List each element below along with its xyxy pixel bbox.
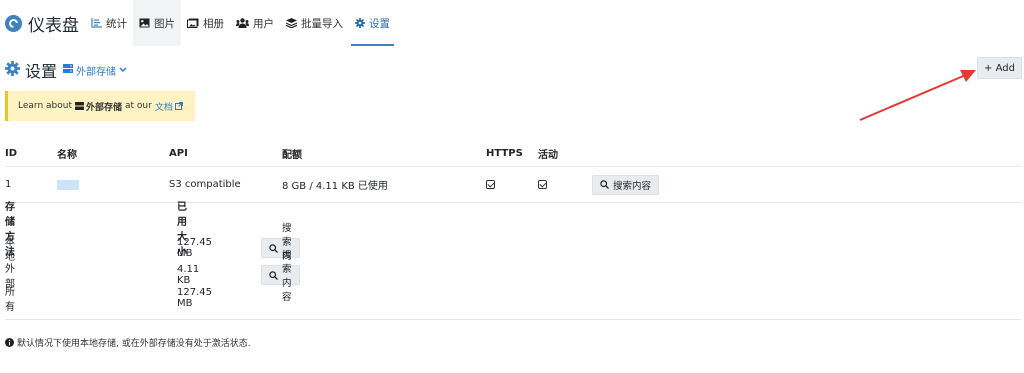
brand-title: 仪表盘: [28, 15, 79, 36]
button-label: 搜索内容: [613, 180, 652, 192]
nav-item-label: 设置: [369, 17, 390, 30]
dashboard-logo-icon: [5, 14, 22, 32]
main-nav: 统计 图片 相册 用户 批量导入 设置: [85, 0, 396, 46]
col-quota: 配额: [282, 149, 302, 161]
search-content-button[interactable]: 搜索内容: [261, 250, 300, 303]
used-size: 127.45 MB: [177, 237, 212, 259]
nav-item-batch-import[interactable]: 批量导入: [280, 0, 349, 46]
dropdown-label: 外部存储: [76, 66, 117, 78]
nav-item-settings[interactable]: 设置: [349, 0, 396, 46]
nav-item-images[interactable]: 图片: [133, 0, 181, 46]
storage-method: 所有: [5, 287, 15, 313]
storage-table: ID 名称 API 配额 HTTPS 活动 1 S3 compatible 8 …: [5, 140, 1021, 203]
chevron-down-icon: [119, 67, 127, 73]
footnote-text: 默认情况下使用本地存储, 或在外部存储没有处于激活状态.: [17, 339, 251, 349]
search-icon: [269, 243, 278, 253]
search-icon: [269, 270, 278, 280]
col-https: HTTPS: [486, 147, 523, 159]
nav-item-label: 图片: [154, 17, 175, 30]
storage-icon: [63, 64, 74, 76]
https-checkbox: [486, 167, 495, 202]
top-navbar: 仪表盘 统计 图片 相册 用户 批量导入 设置: [0, 0, 1024, 46]
docs-link-text: 文档: [154, 102, 173, 113]
users-icon: [236, 18, 249, 28]
nav-item-albums[interactable]: 相册: [181, 0, 230, 46]
check-icon: [538, 180, 547, 189]
footnote: 默认情况下使用本地存储, 或在外部存储没有处于激活状态.: [5, 336, 251, 349]
add-button[interactable]: + Add: [977, 57, 1022, 79]
section-header: 设置 外部存储: [5, 58, 127, 82]
nav-item-label: 用户: [253, 17, 274, 30]
storage-method: 本地: [5, 237, 15, 263]
button-label: 搜索内容: [282, 250, 292, 303]
gear-icon: [5, 61, 20, 79]
chart-bar-icon: [91, 18, 102, 28]
page-title: 设置: [25, 62, 58, 81]
search-icon: [600, 180, 609, 189]
active-checkbox: [538, 167, 547, 202]
col-id: ID: [5, 147, 18, 159]
alert-middle: at our: [125, 101, 152, 111]
nav-item-label: 相册: [203, 17, 224, 30]
table-header-row: ID 名称 API 配额 HTTPS 活动: [5, 140, 1021, 167]
nav-item-label: 批量导入: [301, 17, 343, 30]
row-quota: 8 GB / 4.11 KB 已使用: [282, 181, 388, 192]
brand[interactable]: 仪表盘: [5, 11, 79, 36]
row-id: 1: [5, 179, 12, 190]
nav-item-label: 统计: [106, 17, 127, 30]
layers-icon: [286, 18, 297, 28]
alert-strong-text: 外部存储: [85, 102, 122, 113]
info-alert: Learn about 外部存储 at our 文档: [5, 91, 195, 121]
docs-link[interactable]: 文档: [155, 100, 183, 113]
storage-type-dropdown[interactable]: 外部存储: [63, 63, 127, 78]
gear-icon: [355, 18, 365, 28]
alert-strong: 外部存储: [75, 100, 122, 113]
image-icon: [139, 18, 150, 28]
nav-item-stats[interactable]: 统计: [85, 0, 133, 46]
info-icon: [5, 338, 14, 347]
search-content-button[interactable]: 搜索内容: [261, 223, 300, 276]
album-icon: [187, 18, 199, 28]
col-api: API: [169, 147, 188, 159]
col-active: 活动: [538, 149, 558, 161]
row-name[interactable]: [57, 167, 79, 202]
alert-prefix: Learn about: [18, 101, 72, 111]
used-size: 127.45 MB: [177, 287, 212, 309]
check-icon: [486, 180, 495, 189]
storage-usage: 存储方法 已用大小 本地 127.45 MB 搜索内容 外部 4.11 KB 搜…: [5, 202, 1021, 320]
row-api: S3 compatible: [169, 179, 241, 190]
table-row[interactable]: 1 S3 compatible 8 GB / 4.11 KB 已使用 搜索内容: [5, 167, 1021, 203]
nav-item-users[interactable]: 用户: [230, 0, 280, 46]
col-name: 名称: [57, 149, 77, 161]
redacted-name: [57, 179, 79, 190]
used-size: 4.11 KB: [177, 264, 200, 286]
external-link-icon: [174, 102, 183, 110]
row-actions: 搜索内容: [592, 167, 660, 202]
search-content-button[interactable]: 搜索内容: [592, 174, 660, 195]
storage-icon: [75, 102, 84, 110]
